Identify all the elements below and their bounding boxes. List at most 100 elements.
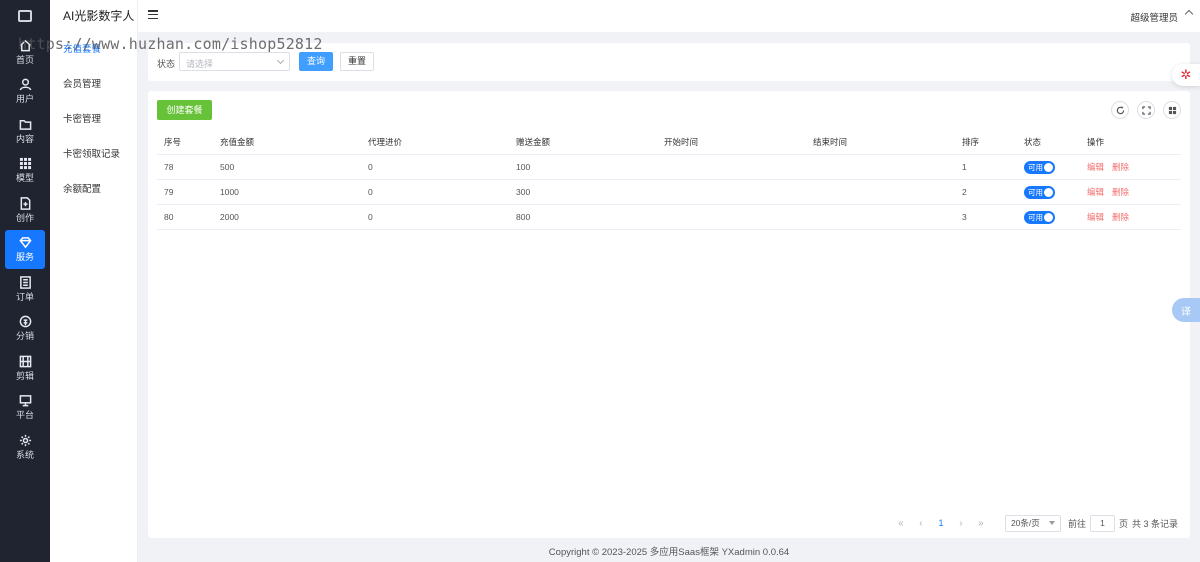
cell-sort: 1 [962,162,967,172]
cell-amount: 1000 [220,187,239,197]
column-header: 结束时间 [813,137,848,147]
columns-icon [1168,106,1176,114]
submenu-item-card-claim-records[interactable]: 卡密领取记录 [50,137,137,172]
prev-page-icon[interactable]: ‹ [911,518,931,529]
last-page-icon[interactable]: » [971,518,991,529]
package-table: 序号 充值金额 代理进价 赠送金额 开始时间 结束时间 排序 状态 操作 78 … [157,130,1181,230]
translate-icon[interactable]: 译 [1172,298,1200,322]
nav-label: 系统 [15,449,34,460]
goto-page-input[interactable]: 1 [1089,514,1115,532]
cell-amount: 500 [220,162,235,172]
status-toggle[interactable]: 可用 [1024,185,1055,199]
status-select[interactable]: 请选择 [179,52,290,71]
cell-status: 可用 [1017,160,1080,174]
nav-label: 用户 [15,94,34,105]
column-header: 代理进价 [368,137,403,147]
nav-item-platform[interactable]: 平台 [0,388,50,428]
edit-link[interactable]: 编辑 [1087,187,1104,197]
table-row: 80 2000 0 800 3 可用 编辑 删除 [157,205,1181,230]
app-title: AI光影数字人 [63,9,135,23]
nav-label: 分销 [15,331,34,342]
status-select-placeholder: 请选择 [186,59,214,69]
user-menu[interactable]: 超级管理员 [1130,10,1178,24]
monitor-icon [19,394,32,407]
nav-item-system[interactable]: 系统 [0,427,50,467]
cell-agent-price: 0 [368,187,373,197]
user-icon [19,78,32,91]
nav-item-create[interactable]: 创作 [0,190,50,230]
status-toggle[interactable]: 可用 [1024,160,1055,174]
page-size-select[interactable]: 20条/页 [1004,514,1061,532]
nav-label: 内容 [15,133,34,144]
folder-icon [19,118,32,131]
nav-label: 首页 [15,54,34,65]
query-button[interactable]: 查询 [299,52,333,71]
cell-actions: 编辑 删除 [1080,186,1180,198]
cell-status: 可用 [1017,185,1080,199]
cell-bonus: 100 [516,162,531,172]
menu-toggle-icon[interactable] [148,10,158,20]
nav-label: 平台 [15,410,34,421]
edit-link[interactable]: 编辑 [1087,212,1104,222]
chevron-down-icon [276,56,285,65]
table-header: 序号 充值金额 代理进价 赠送金额 开始时间 结束时间 排序 状态 操作 [157,130,1181,155]
cell-sort: 3 [962,212,967,222]
watermark-text: https://www.huzhan.com/ishop52812 [18,35,323,53]
document-plus-icon [19,196,32,210]
submenu-item-balance-config[interactable]: 余额配置 [50,172,137,207]
cell-agent-price: 0 [368,212,373,222]
reset-button[interactable]: 重置 [340,52,374,71]
table-row: 79 1000 0 300 2 可用 编辑 删除 [157,180,1181,205]
cell-actions: 编辑 删除 [1080,211,1180,223]
delete-link[interactable]: 删除 [1112,162,1129,172]
grid-icon [19,157,32,170]
nav-item-order[interactable]: 订单 [0,269,50,309]
submenu-item-member-management[interactable]: 会员管理 [50,67,137,102]
status-filter-label: 状态 [157,59,176,69]
floating-assistant-icon[interactable]: ✲ [1172,64,1200,86]
list-icon [19,275,32,289]
nav-item-edit[interactable]: 剪辑 [0,348,50,388]
column-header: 序号 [164,137,182,147]
submenu-item-card-management[interactable]: 卡密管理 [50,102,137,137]
delete-link[interactable]: 删除 [1112,187,1129,197]
nav-item-content[interactable]: 内容 [0,111,50,151]
nav-label: 剪辑 [15,370,34,381]
refresh-button[interactable] [1111,101,1129,119]
nav-item-user[interactable]: 用户 [0,72,50,112]
nav-item-service[interactable]: 服务 [5,229,45,269]
column-header: 状态 [1024,137,1042,147]
next-page-icon[interactable]: › [951,518,971,529]
fullscreen-button[interactable] [1137,101,1155,119]
columns-button[interactable] [1163,101,1181,119]
nav-label: 服务 [15,252,34,263]
sub-menu: AI光影数字人 充值套餐 会员管理 卡密管理 卡密领取记录 余额配置 [50,0,138,562]
edit-link[interactable]: 编辑 [1087,162,1104,172]
gear-icon [19,434,32,447]
nav-label: 创作 [15,212,34,223]
nav-item-model[interactable]: 模型 [0,151,50,191]
footer-copyright: Copyright © 2023-2025 多应用Saas框架 YXadmin … [548,547,790,558]
nav-label: 模型 [15,173,34,184]
column-header: 操作 [1087,137,1105,147]
cell-agent-price: 0 [368,162,373,172]
logo-icon [0,0,50,32]
table-row: 78 500 0 100 1 可用 编辑 删除 [157,155,1181,180]
film-icon [19,355,32,368]
nav-item-distribution[interactable]: 分销 [0,309,50,349]
cell-bonus: 800 [516,212,531,222]
create-package-button[interactable]: 创建套餐 [157,100,212,120]
goto-label: 前往 [1067,518,1086,529]
cell-status: 可用 [1017,210,1080,224]
refresh-icon [1116,105,1124,114]
total-records: 共 3 条记录 [1131,518,1178,529]
cell-bonus: 300 [516,187,531,197]
first-page-icon[interactable]: « [891,518,911,529]
page-number[interactable]: 1 [931,518,951,528]
chevron-up-icon[interactable] [1184,9,1194,19]
delete-link[interactable]: 删除 [1112,212,1129,222]
main-nav-rail: 首页 用户 内容 模型 创作 服务 订单 分销 剪辑 平台 系统 [0,0,50,562]
cell-amount: 2000 [220,212,239,222]
status-toggle[interactable]: 可用 [1024,210,1055,224]
cell-id: 79 [164,187,174,197]
